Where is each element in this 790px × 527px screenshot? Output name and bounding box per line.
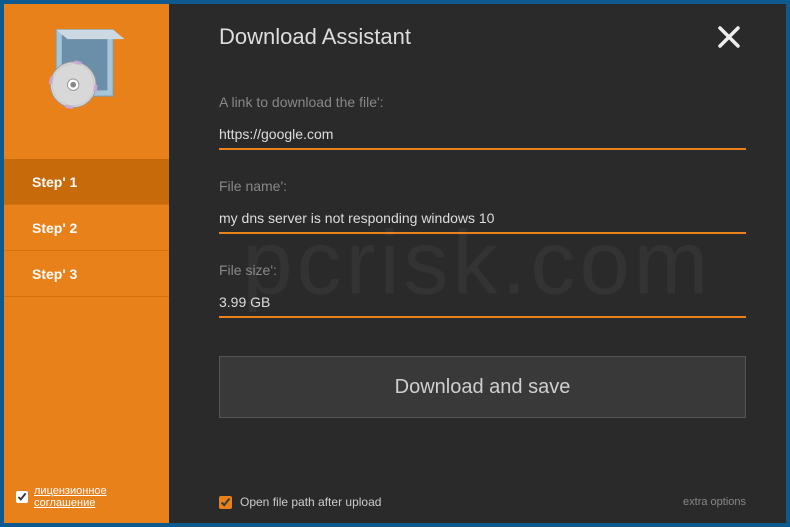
step-3[interactable]: Step' 3 [4, 251, 169, 297]
step-1[interactable]: Step' 1 [4, 159, 169, 205]
filesize-field-group: File size': [219, 262, 746, 318]
download-save-button[interactable]: Download and save [219, 356, 746, 418]
step-label: Step' 2 [32, 220, 77, 236]
footer: Open file path after upload extra option… [219, 495, 746, 509]
steps-list: Step' 1 Step' 2 Step' 3 [4, 159, 169, 297]
page-title: Download Assistant [219, 24, 411, 50]
step-label: Step' 1 [32, 174, 77, 190]
open-path-checkbox[interactable] [219, 496, 232, 509]
open-path-option[interactable]: Open file path after upload [219, 495, 381, 509]
filename-label: File name': [219, 178, 746, 194]
link-field-group: A link to download the file': [219, 94, 746, 150]
link-label: A link to download the file': [219, 94, 746, 110]
filesize-input[interactable] [219, 290, 746, 318]
app-window: Step' 1 Step' 2 Step' 3 лицензионное сог… [4, 4, 786, 523]
step-label: Step' 3 [32, 266, 77, 282]
license-link[interactable]: лицензионное соглашение [34, 485, 169, 509]
header: Download Assistant [219, 24, 746, 54]
installer-icon [39, 22, 134, 117]
download-button-label: Download and save [395, 376, 571, 399]
sidebar: Step' 1 Step' 2 Step' 3 лицензионное сог… [4, 4, 169, 523]
filename-input[interactable] [219, 206, 746, 234]
license-checkbox[interactable] [16, 491, 28, 503]
installer-icon-area [4, 4, 169, 159]
main-panel: pcrisk.com Download Assistant A link to … [169, 4, 786, 523]
link-input[interactable] [219, 122, 746, 150]
extra-options-link[interactable]: extra options [683, 496, 746, 508]
close-icon [718, 26, 740, 48]
filename-field-group: File name': [219, 178, 746, 234]
close-button[interactable] [712, 24, 746, 54]
license-agreement[interactable]: лицензионное соглашение [16, 485, 169, 509]
filesize-label: File size': [219, 262, 746, 278]
step-2[interactable]: Step' 2 [4, 205, 169, 251]
open-path-label: Open file path after upload [240, 495, 381, 509]
